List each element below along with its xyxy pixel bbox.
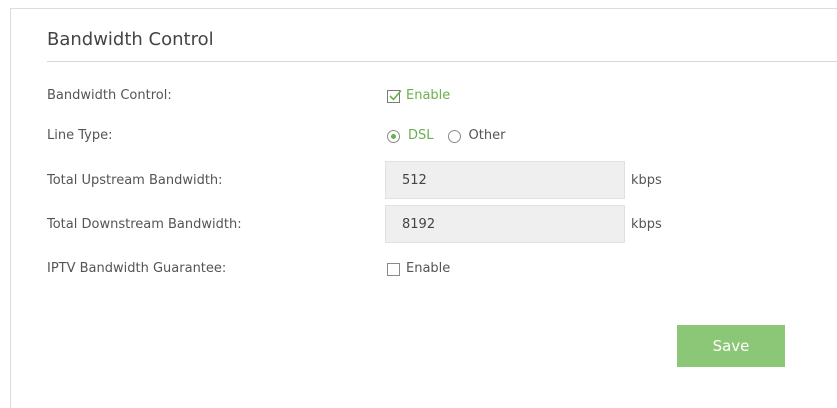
title-divider (47, 61, 837, 62)
iptv-checkbox[interactable] (387, 262, 400, 276)
bandwidth-control-enable[interactable]: Enable (387, 88, 450, 104)
line-type-other-radio[interactable] (447, 129, 461, 143)
downstream-label: Total Downstream Bandwidth: (47, 217, 242, 232)
line-type-dsl-label[interactable]: DSL (408, 128, 434, 144)
settings-panel: Bandwidth Control Bandwidth Control: Ena… (10, 8, 837, 408)
section-title: Bandwidth Control (47, 29, 214, 50)
bandwidth-control-enable-label: Enable (406, 88, 451, 103)
line-type-other-label[interactable]: Other (469, 128, 506, 144)
iptv-enable[interactable]: Enable (387, 261, 450, 277)
bandwidth-control-label: Bandwidth Control: (47, 88, 172, 103)
iptv-label: IPTV Bandwidth Guarantee: (47, 261, 227, 276)
upstream-input[interactable] (385, 161, 625, 199)
save-button[interactable]: Save (677, 325, 785, 367)
downstream-unit: kbps (631, 217, 662, 232)
line-type-radio-group: DSL Other (387, 128, 505, 144)
bandwidth-control-checkbox[interactable] (387, 89, 402, 103)
upstream-label: Total Upstream Bandwidth: (47, 173, 223, 188)
checkmark-icon (389, 89, 402, 101)
line-type-label: Line Type: (47, 128, 113, 143)
upstream-unit: kbps (631, 173, 662, 188)
iptv-enable-label: Enable (406, 261, 451, 276)
line-type-dsl-radio[interactable] (387, 129, 400, 143)
downstream-input[interactable] (385, 205, 625, 243)
